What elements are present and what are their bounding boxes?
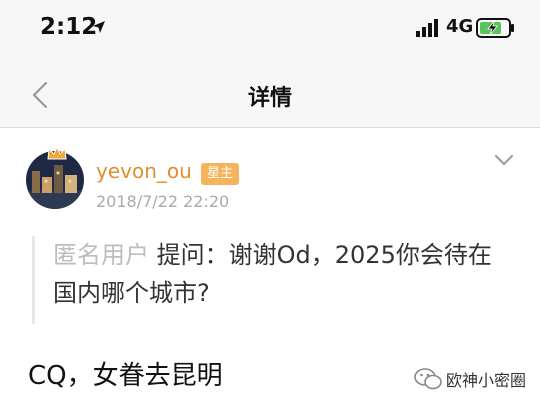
question-author: 匿名用户 <box>53 241 149 269</box>
username[interactable]: yevon_ou <box>96 159 192 183</box>
wechat-icon <box>414 368 442 390</box>
watermark-text: 欧神小密圈 <box>445 371 526 390</box>
watermark: 欧神小密圈 <box>414 365 526 393</box>
question-block: 匿名用户 提问：谢谢Od，2025你会待在国内哪个城市? <box>32 236 514 324</box>
status-badge: 星主 <box>201 163 240 185</box>
battery-icon <box>476 18 514 38</box>
post-timestamp: 2018/7/22 22:20 <box>96 192 230 211</box>
status-time: 2:12 <box>40 14 98 40</box>
crown-icon <box>47 145 67 160</box>
nav-bar: 详情 <box>0 60 540 128</box>
network-type: 4G <box>446 16 474 37</box>
status-bar: 2:12 4G <box>0 0 540 60</box>
location-arrow-icon <box>93 21 105 33</box>
signal-icon <box>416 19 438 37</box>
post-card: yevon_ou 星主 2018/7/22 22:20 匿名用户 提问：谢谢Od… <box>0 129 540 403</box>
chevron-down-icon[interactable] <box>494 153 514 167</box>
answer-text: CQ，女眷去昆明 <box>28 361 223 391</box>
page-title: 详情 <box>247 86 292 111</box>
